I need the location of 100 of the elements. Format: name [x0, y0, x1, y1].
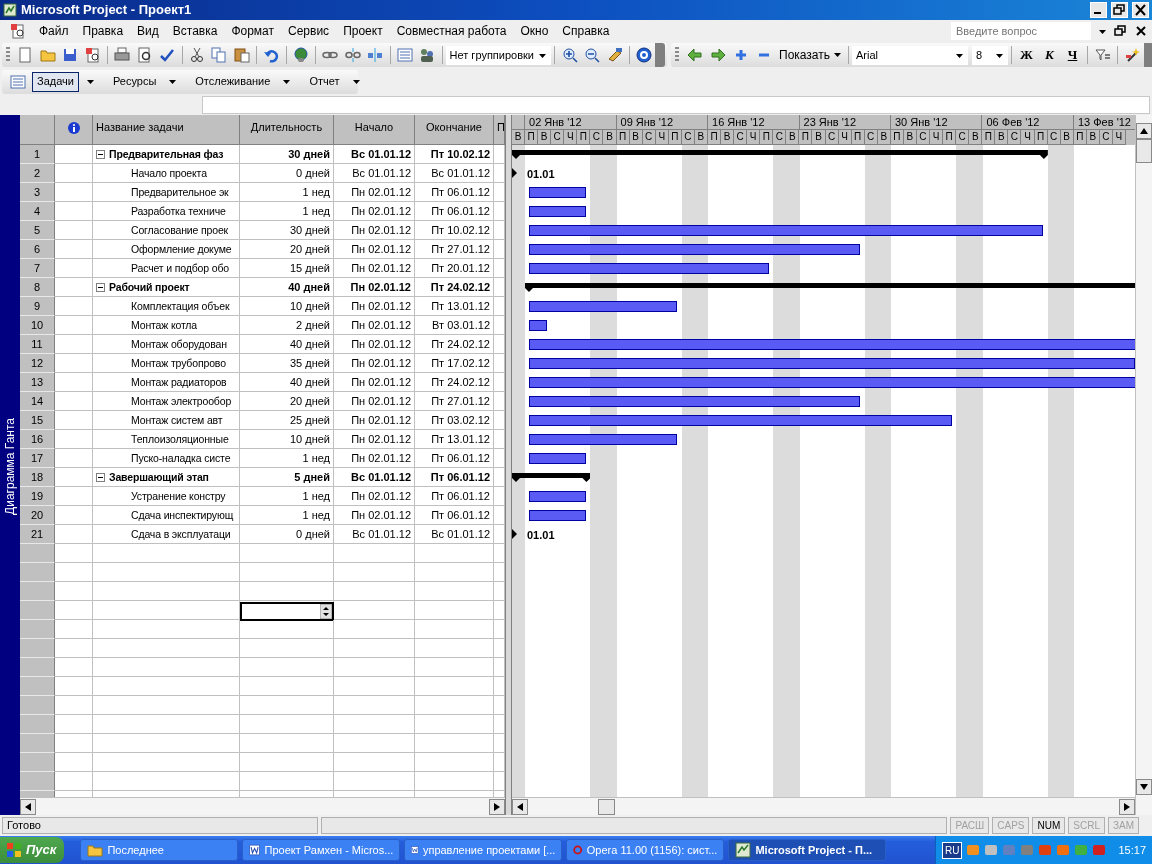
menu-item[interactable]: Совместная работа — [389, 22, 514, 40]
column-header[interactable] — [55, 115, 93, 145]
grouping-dropdown[interactable]: Нет группировки — [445, 45, 552, 65]
folder-icon[interactable] — [39, 47, 56, 63]
arrow-right-icon[interactable] — [494, 802, 500, 811]
row-number[interactable]: 13 — [20, 373, 55, 392]
menu-item[interactable]: Правка — [75, 22, 131, 40]
duration-spinner-field[interactable] — [240, 602, 334, 621]
column-header[interactable]: Окончание — [415, 115, 494, 145]
row-number[interactable]: 17 — [20, 449, 55, 468]
task-bar[interactable] — [529, 320, 547, 331]
format-button[interactable]: Ж — [1015, 45, 1038, 65]
arrow-down-icon[interactable] — [1140, 784, 1148, 790]
menu-item[interactable]: Проект — [336, 22, 390, 40]
menu-item[interactable]: Окно — [513, 22, 556, 40]
menu-item[interactable]: Формат — [224, 22, 282, 40]
caret-icon[interactable] — [169, 80, 177, 85]
font-size-dropdown[interactable]: 8 — [972, 45, 1008, 65]
flag-icon[interactable] — [6, 842, 22, 858]
row-header[interactable] — [20, 696, 55, 715]
column-header[interactable]: Начало — [334, 115, 415, 145]
row-number[interactable]: 7 — [20, 259, 55, 278]
task-bar[interactable] — [529, 244, 861, 255]
copy-icon[interactable] — [211, 47, 228, 63]
minimize-icon[interactable] — [1090, 2, 1107, 18]
summary-bar[interactable] — [512, 473, 591, 482]
row-number[interactable]: 5 — [20, 221, 55, 240]
row-header[interactable] — [20, 677, 55, 696]
task-bar[interactable] — [529, 339, 1135, 350]
scroll-thumb[interactable] — [598, 798, 615, 815]
row-number[interactable]: 1 — [20, 145, 55, 164]
view-tab[interactable]: Ресурсы — [107, 71, 162, 92]
task-bar[interactable] — [529, 206, 586, 217]
scroll-right-button[interactable] — [489, 798, 505, 815]
format-button[interactable]: К — [1038, 45, 1061, 65]
start-button[interactable]: Пуск — [0, 837, 65, 863]
caret-icon[interactable] — [352, 80, 360, 85]
wand-icon[interactable] — [1124, 47, 1141, 63]
pencil-icon[interactable] — [606, 47, 623, 63]
caret-icon[interactable] — [86, 80, 94, 85]
caret-icon[interactable] — [834, 53, 841, 57]
scroll-thumb[interactable] — [1136, 139, 1152, 163]
toolbar-grip[interactable] — [6, 47, 10, 63]
people-icon[interactable] — [419, 47, 436, 63]
scroll-left-button[interactable] — [20, 798, 36, 815]
task-bar[interactable] — [529, 358, 1135, 369]
row-header[interactable] — [20, 753, 55, 772]
arrow-right-icon[interactable] — [1124, 802, 1130, 811]
paste-icon[interactable] — [233, 47, 250, 63]
restore-icon[interactable] — [1114, 25, 1126, 37]
arrow-left-icon[interactable] — [25, 802, 31, 811]
undo-icon[interactable] — [263, 47, 280, 63]
view-tab[interactable]: Отслеживание — [190, 71, 276, 92]
row-header[interactable] — [20, 620, 55, 639]
view-list-icon[interactable] — [10, 73, 26, 90]
printer-icon[interactable] — [114, 47, 131, 63]
arrow-up-icon[interactable] — [1140, 128, 1148, 134]
row-number[interactable]: 8 — [20, 278, 55, 297]
row-number[interactable]: 10 — [20, 316, 55, 335]
caret-icon[interactable] — [1099, 29, 1106, 34]
scroll-left-button[interactable] — [512, 798, 528, 815]
scroll-right-button[interactable] — [1119, 798, 1135, 815]
caret-icon[interactable] — [996, 53, 1003, 58]
row-header[interactable] — [20, 639, 55, 658]
taskbar-button[interactable]: Microsoft Project - П... — [728, 839, 887, 861]
toolbar-options-button[interactable] — [655, 43, 666, 67]
row-header[interactable] — [20, 582, 55, 601]
help-icon[interactable] — [636, 47, 653, 63]
scroll-up-button[interactable] — [1136, 123, 1152, 139]
summary-bar[interactable] — [512, 150, 1048, 159]
row-number[interactable]: 6 — [20, 240, 55, 259]
task-bar[interactable] — [529, 187, 586, 198]
row-number[interactable]: 2 — [20, 164, 55, 183]
question-field[interactable]: Введите вопрос — [951, 22, 1091, 40]
row-header[interactable] — [20, 772, 55, 791]
row-number[interactable]: 16 — [20, 430, 55, 449]
taskbar-button[interactable]: Opera 11.00 (1156): сист... — [566, 839, 725, 861]
collapse-icon[interactable] — [96, 282, 105, 292]
view-tab[interactable]: Отчет — [304, 71, 345, 92]
row-number[interactable]: 12 — [20, 354, 55, 373]
column-header[interactable]: Длительность — [240, 115, 334, 145]
row-number[interactable]: 14 — [20, 392, 55, 411]
row-header[interactable] — [20, 563, 55, 582]
row-number[interactable]: 11 — [20, 335, 55, 354]
row-header[interactable] — [20, 601, 55, 620]
view-bar[interactable]: Диаграмма Ганта — [0, 115, 20, 815]
entry-field[interactable] — [202, 96, 1150, 114]
task-bar[interactable] — [529, 263, 769, 274]
menu-item[interactable]: Справка — [555, 22, 617, 40]
task-bar[interactable] — [529, 415, 952, 426]
view-tab[interactable]: Задачи — [32, 71, 79, 92]
row-number[interactable]: 19 — [20, 487, 55, 506]
globe-icon[interactable] — [292, 47, 309, 63]
row-header[interactable] — [20, 544, 55, 563]
row-number[interactable]: 20 — [20, 506, 55, 525]
caret-icon[interactable] — [539, 53, 547, 58]
menu-item[interactable]: Файл — [32, 22, 76, 40]
toolbar-grip[interactable] — [675, 47, 679, 63]
scrollbar[interactable] — [20, 797, 505, 815]
new-document-icon[interactable] — [17, 47, 34, 63]
